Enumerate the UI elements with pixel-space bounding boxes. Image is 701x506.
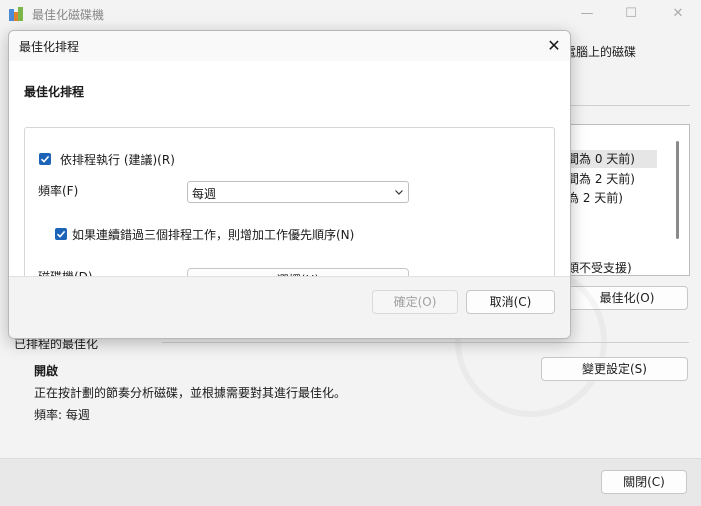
schedule-frequency: 頻率: 每週 bbox=[34, 408, 90, 422]
minimize-icon[interactable]: — bbox=[576, 4, 598, 24]
dialog-footer: 確定(O) 取消(C) bbox=[9, 276, 570, 338]
run-on-schedule-label[interactable]: 依排程執行 (建議)(R) bbox=[60, 151, 175, 168]
main-description: 電腦上的磁碟 bbox=[564, 45, 637, 59]
run-on-schedule-checkbox[interactable] bbox=[39, 153, 51, 165]
defrag-app-icon bbox=[9, 7, 23, 21]
main-titlebar: 最佳化磁碟機 — ☐ ✕ bbox=[0, 0, 701, 28]
drives-label: 磁碟機(D) bbox=[38, 268, 93, 276]
drive-row[interactable]: 類不受支援) bbox=[567, 262, 632, 274]
dialog-close-icon[interactable]: ✕ bbox=[543, 35, 565, 57]
dialog-body: 最佳化排程 依排程執行 (建議)(R) 頻率(F) 每週 如果連續錯過三個排程工… bbox=[9, 61, 570, 276]
choose-drives-button[interactable]: 選擇(H) bbox=[187, 268, 409, 276]
divider bbox=[162, 342, 689, 343]
increase-priority-checkbox[interactable] bbox=[55, 228, 67, 240]
frequency-value: 每週 bbox=[192, 187, 217, 201]
dialog-title: 最佳化排程 bbox=[19, 40, 80, 54]
checkmark-icon bbox=[40, 155, 50, 163]
close-button[interactable]: 關閉(C) bbox=[601, 470, 687, 494]
cancel-button[interactable]: 取消(C) bbox=[466, 290, 555, 314]
schedule-description: 正在按計劃的節奏分析磁碟，並根據需要對其進行最佳化。 bbox=[34, 386, 347, 400]
drive-row[interactable]: 間為 2 天前) bbox=[567, 170, 635, 188]
divider bbox=[566, 105, 690, 106]
drive-row[interactable]: 為 2 天前) bbox=[567, 189, 623, 207]
increase-priority-label[interactable]: 如果連續錯過三個排程工作，則增加工作優先順序(N) bbox=[72, 226, 354, 243]
frequency-select[interactable]: 每週 bbox=[187, 181, 409, 203]
main-footer bbox=[0, 458, 701, 506]
drive-list-scrollbar[interactable] bbox=[676, 141, 679, 239]
checkmark-icon bbox=[56, 230, 66, 238]
ok-button[interactable]: 確定(O) bbox=[372, 290, 458, 314]
window-close-icon[interactable]: ✕ bbox=[667, 4, 689, 24]
change-settings-button[interactable]: 變更設定(S) bbox=[541, 357, 688, 381]
optimization-schedule-dialog: 最佳化排程 ✕ 最佳化排程 依排程執行 (建議)(R) 頻率(F) 每週 如果連… bbox=[8, 30, 571, 339]
frequency-label: 頻率(F) bbox=[38, 184, 79, 198]
drive-row[interactable]: 間為 0 天前) bbox=[567, 150, 657, 168]
schedule-status: 開啟 bbox=[34, 364, 59, 378]
dialog-titlebar: 最佳化排程 ✕ bbox=[9, 31, 570, 61]
chevron-down-icon bbox=[395, 190, 403, 195]
main-window-title: 最佳化磁碟機 bbox=[32, 8, 105, 22]
maximize-icon[interactable]: ☐ bbox=[620, 4, 642, 24]
section-title: 最佳化排程 bbox=[24, 85, 85, 99]
drive-list[interactable]: 間為 0 天前) 間為 2 天前) 為 2 天前) 類不受支援) bbox=[566, 124, 690, 276]
